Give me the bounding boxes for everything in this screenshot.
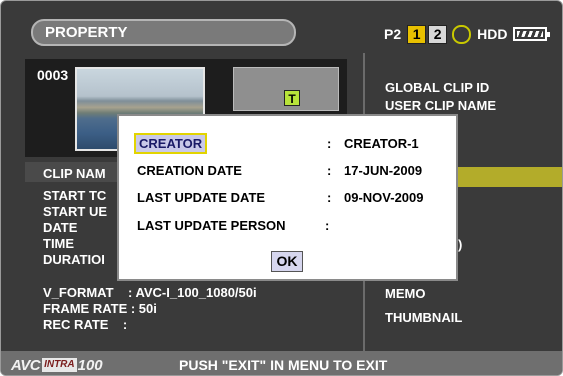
start-tc-label: START TC	[43, 188, 107, 203]
creator-value: CREATOR-1	[344, 136, 419, 151]
logo-avc: AVC	[11, 356, 41, 374]
logo-num: 100	[77, 356, 103, 374]
media-drive-icon	[452, 24, 472, 44]
frame-rate-info: FRAME RATE : 50i	[43, 301, 157, 316]
duration-label: DURATIOI	[43, 252, 105, 267]
dialog-row-last-update-date: LAST UPDATE DATE : 09-NOV-2009	[119, 190, 456, 210]
creation-date-value: 17-JUN-2009	[344, 163, 423, 178]
dialog-colon: :	[327, 136, 332, 151]
start-ub-label: START UE	[43, 204, 108, 219]
menu-item-global-clip-id[interactable]: GLOBAL CLIP ID	[385, 80, 489, 95]
menu-item-partial[interactable]: )	[458, 237, 462, 252]
last-update-date-label: LAST UPDATE DATE	[137, 190, 266, 205]
p2-label: P2	[384, 26, 402, 42]
slot-2-indicator: 2	[428, 24, 448, 44]
dialog-colon: :	[325, 218, 330, 233]
dialog-colon: :	[327, 163, 332, 178]
clip-number: 0003	[37, 67, 69, 83]
footer-message: PUSH "EXIT" IN MENU TO EXIT	[179, 357, 388, 373]
time-label: TIME	[43, 236, 75, 251]
ok-button[interactable]: OK	[271, 251, 303, 272]
media-status: P2 1 2 HDD	[384, 23, 551, 45]
dialog-colon: :	[327, 190, 332, 205]
creation-date-label: CREATION DATE	[137, 163, 242, 178]
property-screen: PROPERTY P2 1 2 HDD 0003 T CLIP NAM STAR…	[0, 0, 563, 376]
creator-dialog: CREATOR : CREATOR-1 CREATION DATE : 17-J…	[117, 114, 458, 281]
text-memo-badge: T	[284, 90, 300, 106]
menu-item-memo[interactable]: MEMO	[385, 286, 425, 301]
slot-1-indicator: 1	[407, 24, 427, 44]
v-format-info: V_FORMAT : AVC-I_100_1080/50i	[43, 285, 257, 300]
menu-item-selected-highlight[interactable]	[458, 167, 562, 187]
menu-item-thumbnail[interactable]: THUMBNAIL	[385, 310, 462, 325]
menu-item-user-clip-name[interactable]: USER CLIP NAME	[385, 98, 496, 113]
dialog-row-last-update-person: LAST UPDATE PERSON :	[119, 218, 456, 238]
creator-label-selected[interactable]: CREATOR	[134, 133, 208, 154]
avc-intra-logo: AVC INTRA 100	[11, 356, 103, 374]
last-update-date-value: 09-NOV-2009	[344, 190, 424, 205]
logo-intra: INTRA	[42, 358, 77, 372]
dialog-row-creation-date: CREATION DATE : 17-JUN-2009	[119, 163, 456, 183]
rec-rate-info: REC RATE :	[43, 317, 128, 332]
hdd-label: HDD	[477, 26, 508, 42]
page-title: PROPERTY	[31, 19, 296, 46]
dialog-row-creator[interactable]: CREATOR : CREATOR-1	[119, 133, 456, 156]
date-label: DATE	[43, 220, 78, 235]
battery-icon	[513, 27, 551, 41]
last-update-person-label: LAST UPDATE PERSON	[137, 218, 286, 233]
clip-name-label: CLIP NAM	[43, 166, 106, 181]
